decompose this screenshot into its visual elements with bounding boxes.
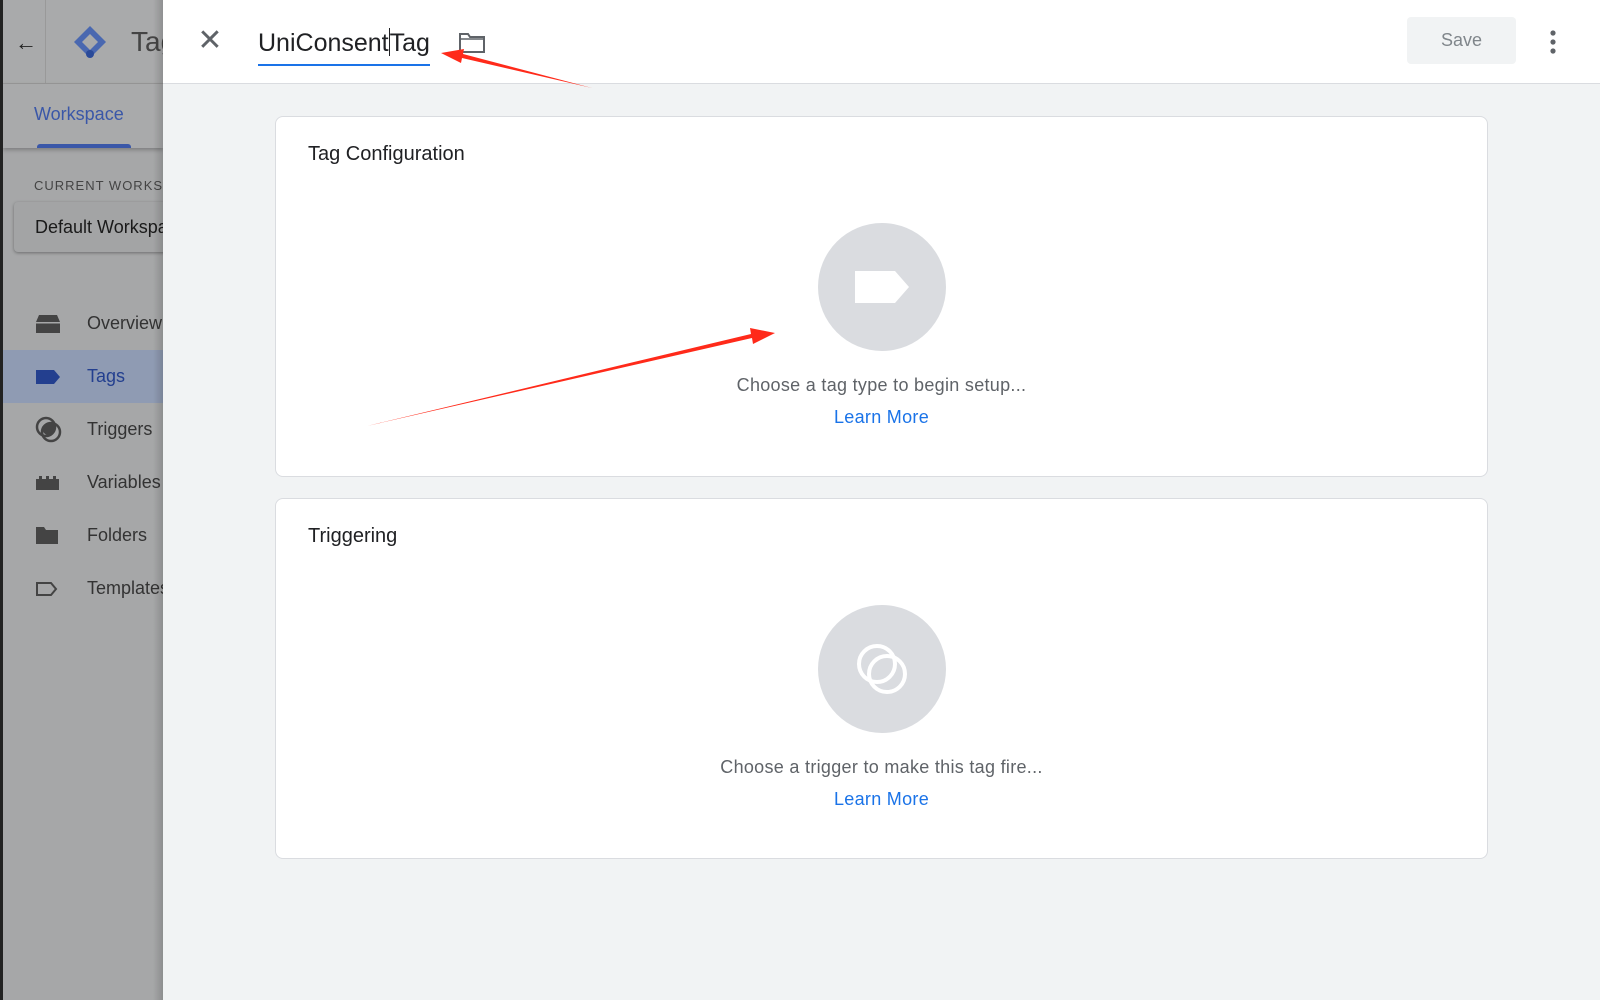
workspace-tabbar: Workspace (3, 84, 163, 148)
trigger-icon (857, 644, 907, 694)
sidebar-item-templates[interactable]: Templates (3, 562, 163, 615)
tag-editor-panel: ✕ UniConsentTag Save Tag Configuration C… (163, 0, 1600, 1000)
sidebar-item-label: Tags (87, 366, 126, 386)
card-message: Choose a trigger to make this tag fire..… (720, 757, 1043, 777)
overview-icon (36, 314, 60, 333)
tag-name-input[interactable]: UniConsentTag (258, 24, 430, 66)
back-arrow-icon[interactable]: ← (15, 30, 37, 56)
workspace-selector[interactable]: Default Workspace (14, 202, 163, 252)
folder-icon (36, 527, 58, 544)
current-workspace-label: CURRENT WORKSPACE (34, 178, 163, 193)
panel-shadow (153, 0, 163, 1000)
divider (45, 0, 46, 84)
folder-icon[interactable] (458, 32, 486, 54)
choose-tag-type-button[interactable] (818, 223, 946, 351)
more-vert-icon[interactable] (1543, 28, 1563, 56)
sidebar-item-label: Triggers (87, 419, 153, 439)
app-header: ← Tag Manager (3, 0, 163, 84)
sidebar-item-triggers[interactable]: Triggers (3, 403, 163, 456)
card-title: Triggering (308, 525, 398, 547)
tag-name-text: UniConsent (258, 29, 389, 57)
tab-workspace[interactable]: Workspace (34, 104, 124, 125)
card-message: Choose a tag type to begin setup... (736, 375, 1027, 395)
learn-more-link[interactable]: Learn More (834, 407, 929, 427)
editor-header: ✕ UniConsentTag Save (163, 0, 1600, 84)
tab-indicator (37, 144, 131, 148)
sidebar-item-variables[interactable]: Variables (3, 456, 163, 509)
tag-icon (36, 369, 60, 384)
close-icon[interactable]: ✕ (196, 26, 224, 56)
sidebar-item-label: Overview (87, 313, 163, 333)
triggering-card[interactable]: Triggering Choose a trigger to make this… (275, 498, 1488, 859)
tag-configuration-card[interactable]: Tag Configuration Choose a tag type to b… (275, 116, 1488, 477)
sidebar-item-label: Variables (87, 472, 161, 492)
choose-trigger-button[interactable] (818, 605, 946, 733)
sidebar-item-label: Templates (87, 578, 163, 598)
gtm-logo-icon (74, 26, 106, 58)
tag-name-text-rest: Tag (389, 29, 430, 57)
trigger-icon (35, 416, 62, 442)
sidebar-item-overview[interactable]: Overview (3, 297, 163, 350)
save-button[interactable]: Save (1407, 17, 1516, 64)
sidebar-item-label: Folders (87, 525, 148, 545)
variables-icon (36, 475, 59, 490)
sidebar-item-tags[interactable]: Tags (3, 350, 163, 403)
sidebar: ← Tag Manager Workspace CURRENT WORKSPAC… (0, 0, 163, 1000)
card-title: Tag Configuration (308, 143, 465, 165)
tag-icon (855, 271, 909, 303)
template-icon (36, 581, 58, 596)
sidebar-item-folders[interactable]: Folders (3, 509, 163, 562)
learn-more-link[interactable]: Learn More (834, 789, 929, 809)
